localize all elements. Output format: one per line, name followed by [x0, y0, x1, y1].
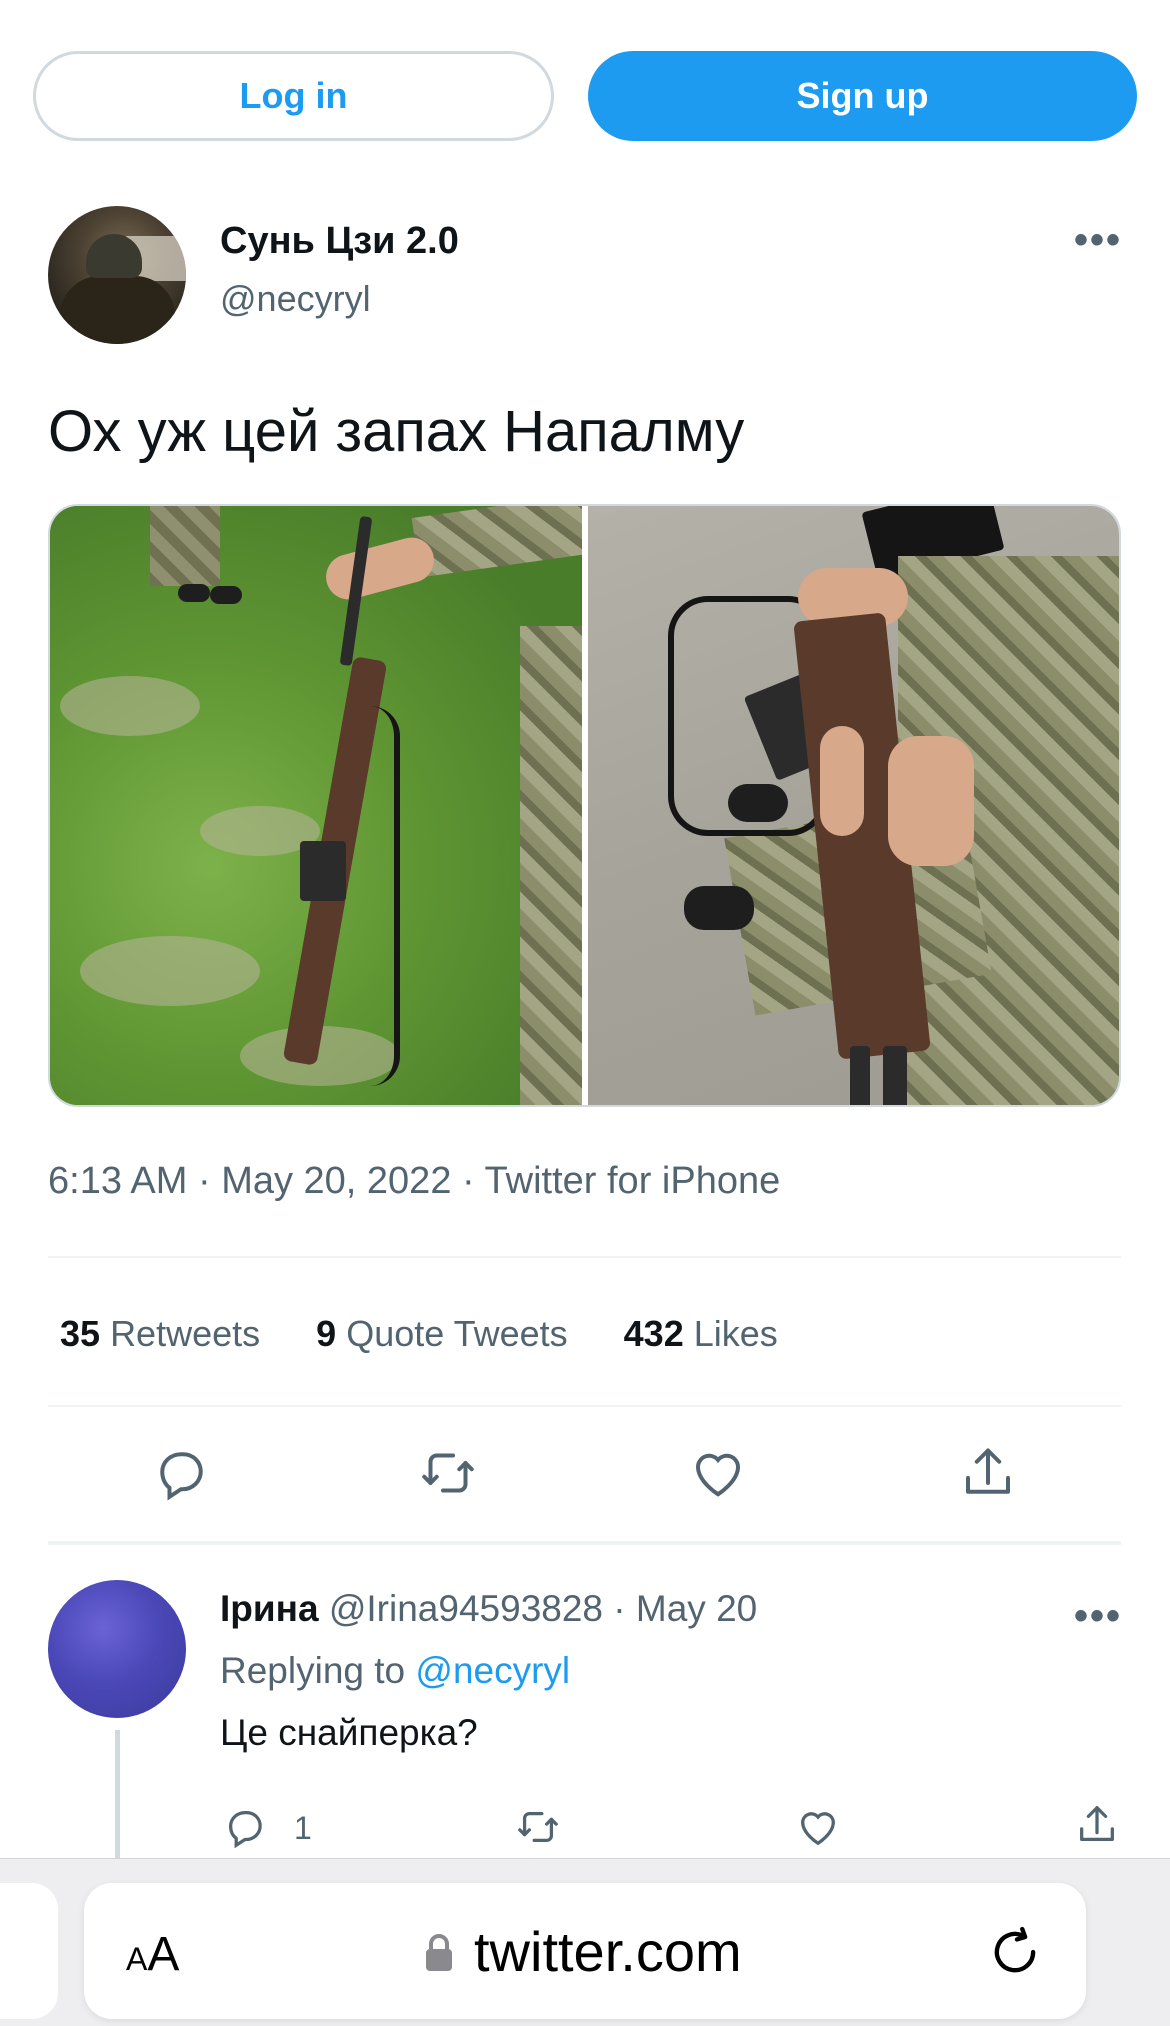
- divider: [48, 1541, 1121, 1545]
- reader-options-button[interactable]: AA: [126, 1927, 179, 1982]
- address-bar[interactable]: AA twitter.com: [84, 1883, 1086, 2019]
- tweet-media[interactable]: [48, 504, 1121, 1107]
- reply-author-name[interactable]: Ірина: [220, 1588, 319, 1629]
- tweet-photo-2[interactable]: [587, 506, 1119, 1105]
- thread-line: [115, 1730, 120, 1860]
- likes-stat[interactable]: 432 Likes: [624, 1313, 778, 1355]
- reply-author-handle[interactable]: @Irina94593828: [329, 1588, 603, 1629]
- divider: [48, 1256, 1121, 1258]
- reply-date[interactable]: May 20: [636, 1588, 757, 1629]
- reload-icon[interactable]: [986, 1923, 1044, 1981]
- reply-avatar[interactable]: [48, 1580, 186, 1718]
- reply-like-icon[interactable]: [795, 1804, 841, 1850]
- tweet-text: Ох уж цей запах Напалму: [48, 399, 745, 464]
- reply-reply-icon[interactable]: [222, 1804, 268, 1850]
- tweet-photo-1[interactable]: [50, 506, 582, 1105]
- tweet-stats: 35 Retweets 9 Quote Tweets 432 Likes: [60, 1313, 778, 1355]
- replying-to: Replying to @necyryl: [220, 1650, 571, 1691]
- retweet-icon[interactable]: [418, 1443, 478, 1503]
- reply-more-options-icon[interactable]: •••: [1074, 1594, 1122, 1639]
- reply-header: Ірина @Irina94593828 · May 20: [220, 1588, 758, 1629]
- previous-tab[interactable]: [0, 1883, 58, 2019]
- author-name[interactable]: Сунь Цзи 2.0: [220, 220, 459, 263]
- author-handle[interactable]: @necyryl: [220, 278, 371, 320]
- lock-icon: [424, 1933, 454, 1973]
- like-icon[interactable]: [688, 1443, 748, 1503]
- share-icon[interactable]: [958, 1443, 1018, 1503]
- tweet-meta: 6:13 AM · May 20, 2022 · Twitter for iPh…: [48, 1160, 781, 1202]
- author-avatar[interactable]: [48, 206, 186, 344]
- reply-share-icon[interactable]: [1074, 1802, 1120, 1848]
- login-button[interactable]: Log in: [33, 51, 554, 141]
- url-text[interactable]: twitter.com: [474, 1919, 742, 1984]
- reply-reply-count: 1: [294, 1810, 312, 1846]
- reply-retweet-icon[interactable]: [515, 1804, 561, 1850]
- more-options-icon[interactable]: •••: [1074, 218, 1122, 263]
- reply-text: Це снайперка?: [220, 1712, 478, 1753]
- signup-button[interactable]: Sign up: [588, 51, 1137, 141]
- retweets-stat[interactable]: 35 Retweets: [60, 1313, 260, 1355]
- browser-toolbar: AA twitter.com: [0, 1858, 1170, 2026]
- reply-icon[interactable]: [151, 1443, 211, 1503]
- quotes-stat[interactable]: 9 Quote Tweets: [316, 1313, 568, 1355]
- replying-to-link[interactable]: @necyryl: [415, 1650, 570, 1691]
- divider: [48, 1405, 1121, 1407]
